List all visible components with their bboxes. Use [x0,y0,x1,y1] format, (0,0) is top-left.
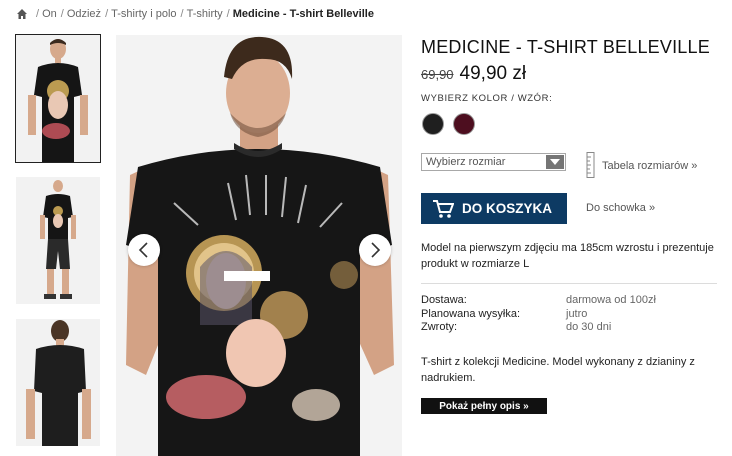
current-price: 49,90 zł [459,63,527,84]
cart-icon [433,199,454,218]
home-icon[interactable] [16,8,28,20]
size-select-value: Wybierz rozmiar [426,156,506,168]
breadcrumb-separator: / [180,8,184,20]
shipping-value: jutro [566,308,588,320]
color-swatch-burgundy[interactable] [453,113,475,135]
returns-value: do 30 dni [566,321,612,333]
thumbnail-front-model[interactable] [15,34,101,163]
breadcrumb-separator: / [60,8,64,20]
breadcrumb-current: Medicine - T-shirt Belleville [232,8,374,20]
color-label: WYBIERZ KOLOR / WZÓR: [421,93,553,104]
thumbnail-full-body[interactable] [16,177,100,304]
ruler-icon [586,152,595,178]
breadcrumb-item-odziez[interactable]: Odzież [67,8,101,20]
divider [421,283,717,284]
returns-label: Zwroty: [421,321,458,333]
gallery-prev-button[interactable] [128,234,160,266]
wishlist-link[interactable]: Do schowka » [586,202,655,214]
breadcrumb-item-on[interactable]: On [42,8,57,20]
old-price: 69,90 [421,67,454,82]
gallery-next-button[interactable] [359,234,391,266]
dropdown-arrow-icon [546,155,564,169]
size-table-link[interactable]: Tabela rozmiarów » [602,160,697,172]
breadcrumb-separator: / [105,8,109,20]
product-description: T-shirt z kolekcji Medicine. Model wykon… [421,356,695,384]
delivery-label: Dostawa: [421,294,467,306]
breadcrumb-separator: / [36,8,40,20]
breadcrumb-item-tshirty-polo[interactable]: T-shirty i polo [111,8,176,20]
breadcrumb: / On / Odzież / T-shirty i polo / T-shir… [16,6,374,22]
color-swatch-black[interactable] [422,113,444,135]
breadcrumb-separator: / [226,8,230,20]
product-title: MEDICINE - T-SHIRT BELLEVILLE [421,37,710,57]
shipping-label: Planowana wysyłka: [421,308,521,320]
thumbnail-back[interactable] [16,319,100,446]
add-to-cart-label: DO KOSZYKA [462,201,553,216]
model-note: Model na pierwszym zdjęciu ma 185cm wzro… [421,242,714,270]
show-full-description-button[interactable]: Pokaż pełny opis » [421,398,547,414]
price-block: 69,90 49,90 zł [421,63,526,85]
chevron-right-icon [371,242,381,258]
chevron-left-icon [138,242,148,258]
breadcrumb-item-tshirty[interactable]: T-shirty [187,8,223,20]
size-select[interactable]: Wybierz rozmiar [421,153,566,171]
add-to-cart-button[interactable]: DO KOSZYKA [421,193,567,224]
delivery-value: darmowa od 100zł [566,294,656,306]
